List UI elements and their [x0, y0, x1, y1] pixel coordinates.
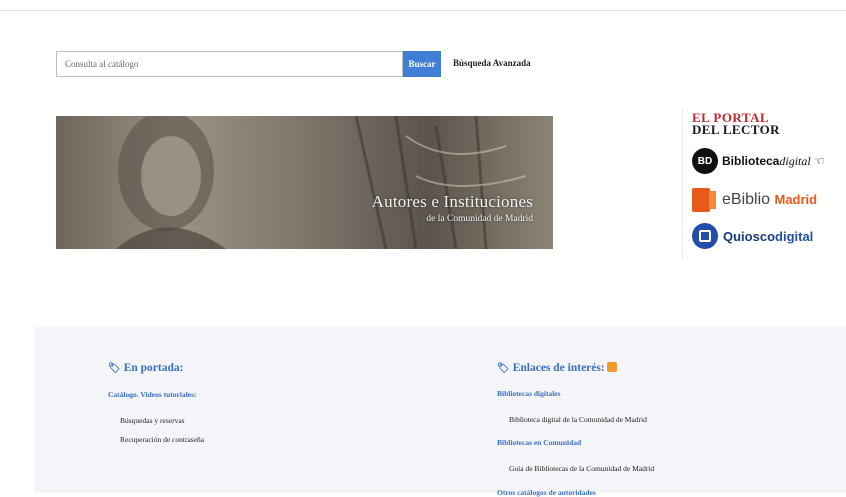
quiosco-a: Quiosco — [723, 228, 776, 244]
authors-banner[interactable]: Autores e Instituciones de la Comunidad … — [56, 116, 553, 249]
portal-logo-line2: DEL LECTOR — [692, 122, 780, 137]
catalog-search-box[interactable] — [56, 51, 403, 77]
advanced-search-link[interactable]: Búsqueda Avanzada — [453, 58, 531, 68]
biblioteca-digital-text: Bibliotecadigital — [722, 154, 811, 169]
tag-icon: 🏷 — [108, 363, 121, 374]
search-button[interactable]: Buscar — [403, 51, 441, 77]
ebiblio-book-icon — [692, 188, 716, 212]
ebiblio-text: eBiblio Madrid — [722, 191, 817, 209]
ebiblio-city: Madrid — [774, 192, 818, 207]
rss-icon[interactable] — [606, 362, 617, 372]
banner-title: Autores e Instituciones — [371, 192, 533, 211]
quiosco-text: Quioscodigital — [723, 229, 813, 244]
link-recuperacion-contrasena[interactable]: Recuperación de contraseña — [120, 435, 204, 444]
tag-icon: 🏷 — [497, 363, 510, 374]
banner-subtitle: de la Comunidad de Madrid — [426, 214, 533, 224]
kiosk-icon — [692, 223, 718, 249]
en-portada-title: 🏷 En portada: — [108, 362, 183, 374]
search-input[interactable] — [57, 52, 402, 76]
en-portada-title-text: En portada: — [123, 362, 184, 374]
enlaces-interes-title-text: Enlaces de interés: — [512, 362, 605, 374]
engraving-illustration — [116, 116, 527, 249]
enlaces-interes-title: 🏷 Enlaces de interés: — [497, 362, 617, 374]
link-guia-bibliotecas[interactable]: Guía de Bibliotecas de la Comunidad de M… — [509, 464, 654, 473]
quiosco-b: digital — [775, 228, 814, 244]
footer-panel: 🏷 En portada: Catálogo. Videos tutoriales… — [34, 327, 846, 497]
link-biblioteca-digital-madrid[interactable]: Biblioteca digital de la Comunidad de Ma… — [509, 415, 647, 424]
top-divider — [0, 10, 846, 11]
bibliotecas-comunidad-heading[interactable]: Bibliotecas en Comunidad — [497, 438, 581, 447]
catalog-tutorials-heading[interactable]: Catálogo. Videos tutoriales: — [108, 390, 197, 399]
bd-badge-icon: BD — [692, 148, 718, 174]
link-busquedas-reservas[interactable]: Búsquedas y reservas — [120, 416, 185, 425]
pointing-hand-icon: ☜ — [813, 153, 825, 168]
bd-italic-text: digital — [779, 153, 811, 168]
quiosco-digital-logo[interactable]: Quioscodigital — [692, 223, 813, 249]
bd-bold-text: Biblioteca — [722, 153, 780, 168]
portal-del-lector-logo[interactable]: EL PORTAL DEL LECTOR — [692, 111, 780, 137]
bibliotecas-digitales-heading[interactable]: Bibliotecas digitales — [497, 389, 561, 398]
ebiblio-prefix: eBiblio — [722, 191, 771, 208]
biblioteca-digital-logo[interactable]: BD Bibliotecadigital ☜ — [692, 148, 824, 174]
ebiblio-madrid-logo[interactable]: eBiblio Madrid — [692, 188, 817, 212]
logos-divider — [682, 109, 683, 259]
